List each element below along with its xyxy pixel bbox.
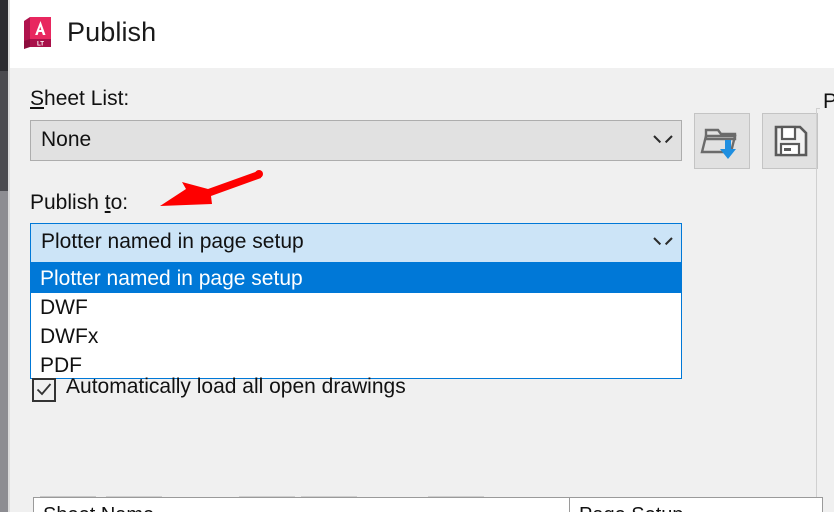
- auto-load-checkbox[interactable]: [32, 378, 56, 402]
- dropdown-option-dwfx[interactable]: DWFx: [31, 322, 681, 351]
- desktop-edge-strip-bottom: [0, 191, 8, 512]
- publish-options-group-legend: P: [820, 90, 834, 114]
- window-title: Publish: [67, 17, 157, 47]
- svg-text:LT: LT: [37, 40, 44, 47]
- publish-to-label: Publish to:: [30, 191, 129, 214]
- column-header-sheet-name[interactable]: Sheet Name: [43, 504, 154, 512]
- column-header-page-setup[interactable]: Page Setup: [579, 504, 684, 512]
- sheet-list-label: Sheet List:: [30, 87, 130, 110]
- sheet-list-value: None: [41, 128, 92, 151]
- title-bar: LT Publish: [10, 0, 834, 68]
- dropdown-option-plotter[interactable]: Plotter named in page setup: [31, 264, 681, 293]
- publish-to-value: Plotter named in page setup: [41, 230, 304, 253]
- load-sheet-list-button[interactable]: [694, 113, 750, 169]
- sheet-list-table: Sheet Name Page Setup: [33, 497, 823, 512]
- desktop-edge-strip-mid: [0, 71, 8, 191]
- auto-load-checkbox-label: Automatically load all open drawings: [66, 375, 406, 398]
- chevron-down-icon: [654, 235, 667, 248]
- dialog-content: Sheet List: None P Publish to: Plotter n…: [10, 68, 834, 512]
- sheet-list-combobox[interactable]: None: [30, 120, 682, 161]
- dropdown-option-dwf[interactable]: DWF: [31, 293, 681, 322]
- autocad-lt-icon: LT: [21, 14, 57, 54]
- save-sheet-list-button[interactable]: [762, 113, 818, 169]
- chevron-down-icon: [654, 133, 667, 146]
- publish-options-group: [816, 108, 834, 512]
- column-divider: [569, 498, 570, 512]
- checkmark-icon: [36, 383, 52, 396]
- publish-to-combobox[interactable]: Plotter named in page setup: [30, 223, 682, 263]
- publish-dialog-window: LT Publish Sheet List: None P Publish to…: [0, 0, 834, 512]
- publish-to-dropdown-list[interactable]: Plotter named in page setup DWF DWFx PDF: [30, 263, 682, 379]
- desktop-edge-strip-top: [0, 0, 8, 71]
